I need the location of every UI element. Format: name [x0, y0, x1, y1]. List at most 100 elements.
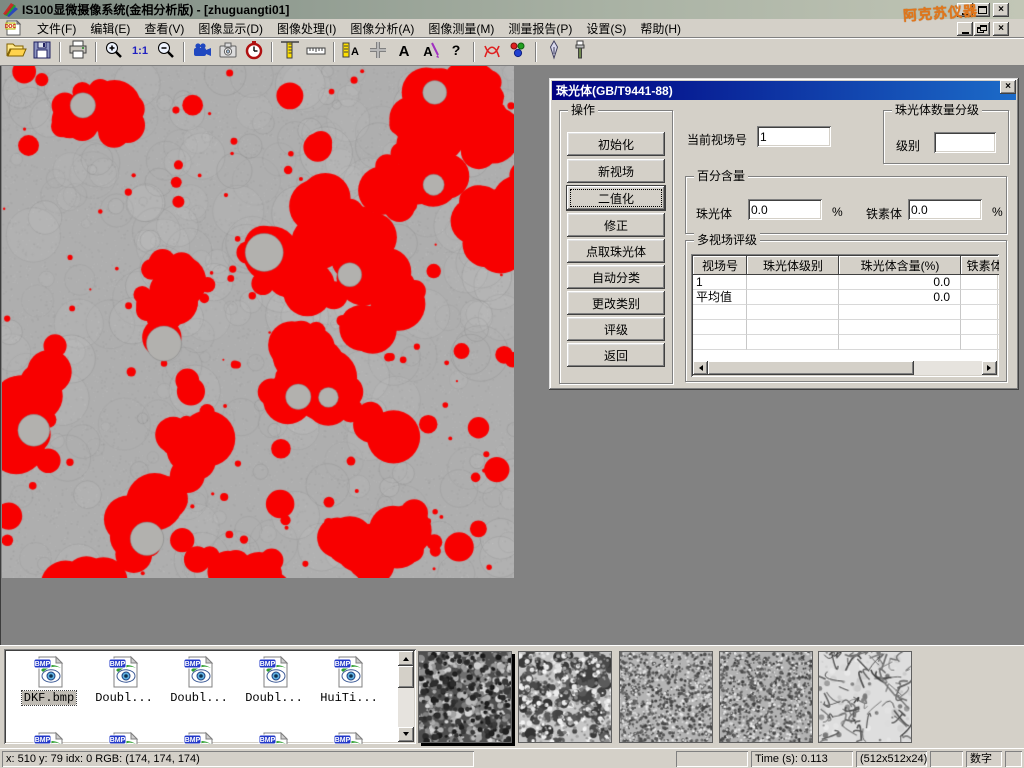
table-row-empty[interactable] — [693, 335, 999, 350]
toolbar-ruler-button[interactable] — [303, 40, 329, 64]
file-item[interactable]: BMP Doubl... — [164, 655, 234, 705]
file-item-clipped[interactable]: BMP — [239, 731, 309, 744]
return-button[interactable]: 返回 — [567, 343, 665, 367]
file-item[interactable]: BMP HuiTi... — [314, 655, 384, 705]
file-name[interactable]: DKF.bmp — [22, 691, 76, 705]
menu-image-measure[interactable]: 图像测量(M) — [421, 18, 501, 39]
toolbar-zoom-in-button[interactable] — [101, 40, 127, 64]
toolbar-separator — [59, 42, 61, 62]
table-row-empty[interactable] — [693, 320, 999, 335]
toolbar-help-button[interactable]: ? — [443, 40, 469, 64]
toolbar-zoom-out-button[interactable] — [153, 40, 179, 64]
metallographic-image[interactable] — [2, 66, 514, 578]
menu-measure-report[interactable]: 测量报告(P) — [501, 18, 579, 39]
pick-pearlite-button[interactable]: 点取珠光体 — [567, 239, 665, 263]
file-item[interactable]: BMP Doubl... — [89, 655, 159, 705]
table-row[interactable]: 平均值 0.0 — [693, 290, 999, 305]
child-minimize-button[interactable] — [957, 22, 973, 36]
auto-classify-button[interactable]: 自动分类 — [567, 265, 665, 289]
cell-content: 0.0 — [839, 275, 961, 290]
current-field-input[interactable] — [757, 126, 831, 147]
menu-edit[interactable]: 编辑(E) — [83, 18, 137, 39]
file-item[interactable]: BMP DKF.bmp — [14, 655, 84, 705]
dialog-close-button[interactable]: × — [1000, 80, 1016, 94]
toolbar-move-tool-button[interactable] — [365, 40, 391, 64]
toolbar-snapshot-button[interactable] — [215, 40, 241, 64]
child-restore-button[interactable] — [974, 22, 990, 36]
close-button[interactable]: × — [993, 3, 1009, 17]
scroll-down-button[interactable] — [398, 727, 414, 742]
file-item-clipped[interactable]: BMP — [14, 731, 84, 744]
toolbar-brush-tool-button[interactable] — [567, 40, 593, 64]
col-pearlite-content[interactable]: 珠光体含量(%) — [839, 256, 961, 275]
init-button[interactable]: 初始化 — [567, 132, 665, 156]
annotate-tool-icon: A — [419, 40, 441, 63]
file-browser-panel: BMP DKF.bmp BMP Doubl... BMP Doubl... BM… — [0, 645, 1024, 748]
menu-view[interactable]: 查看(V) — [137, 18, 191, 39]
thumbnail-2[interactable] — [518, 651, 612, 743]
thumbnail-4[interactable] — [719, 651, 813, 743]
toolbar-timer-button[interactable] — [241, 40, 267, 64]
thumbnail-5[interactable] — [818, 651, 912, 743]
new-field-button[interactable]: 新视场 — [567, 159, 665, 183]
scroll-left-button[interactable] — [693, 361, 708, 375]
file-item-clipped[interactable]: BMP — [314, 731, 384, 744]
toolbar-save-file-button[interactable] — [29, 40, 55, 64]
scroll-right-button[interactable] — [982, 361, 997, 375]
table-row-empty[interactable] — [693, 305, 999, 320]
table-hscrollbar[interactable] — [693, 361, 997, 375]
binarize-button[interactable]: 二值化 — [567, 186, 665, 210]
menu-image-display[interactable]: 图像显示(D) — [191, 18, 270, 39]
thumbnail-1[interactable] — [418, 651, 512, 743]
grade-table[interactable]: 视场号 珠光体级别 珠光体含量(%) 铁素体含量(%) 1 0.0 平均值 0.… — [691, 254, 999, 377]
toolbar-color-classify-button[interactable] — [505, 40, 531, 64]
correct-button[interactable]: 修正 — [567, 213, 665, 237]
file-list[interactable]: BMP DKF.bmp BMP Doubl... BMP Doubl... BM… — [4, 649, 416, 744]
svg-text:BMP: BMP — [185, 661, 201, 668]
change-class-button[interactable]: 更改类别 — [567, 291, 665, 315]
col-field-no[interactable]: 视场号 — [693, 256, 747, 275]
toolbar-actual-size-button[interactable]: 1:1 — [127, 40, 153, 64]
bmp-file-icon: BMP — [107, 731, 141, 744]
menu-image-process[interactable]: 图像处理(I) — [270, 18, 343, 39]
measure-label-icon: A — [341, 40, 363, 63]
menu-file[interactable]: 文件(F) — [30, 18, 83, 39]
scroll-thumb[interactable] — [708, 361, 914, 375]
document-icon[interactable]: DOC — [5, 20, 22, 36]
file-name[interactable]: Doubl... — [168, 691, 230, 705]
menu-image-analysis[interactable]: 图像分析(A) — [343, 18, 421, 39]
menu-settings[interactable]: 设置(S) — [579, 18, 633, 39]
grade-button[interactable]: 评级 — [567, 317, 665, 341]
scroll-thumb[interactable] — [398, 666, 414, 688]
pen-tool-icon — [543, 40, 565, 63]
thumbnail-3[interactable] — [619, 651, 713, 743]
file-list-scrollbar[interactable] — [398, 651, 414, 742]
menu-help[interactable]: 帮助(H) — [633, 18, 688, 39]
toolbar-print-button[interactable] — [65, 40, 91, 64]
scroll-up-button[interactable] — [398, 651, 414, 666]
file-name[interactable]: Doubl... — [93, 691, 155, 705]
toolbar-pen-tool-button[interactable] — [541, 40, 567, 64]
col-ferrite-content[interactable]: 铁素体含量(%) — [961, 256, 999, 275]
col-pearlite-grade[interactable]: 珠光体级别 — [747, 256, 839, 275]
toolbar-annotate-tool-button[interactable]: A — [417, 40, 443, 64]
file-name[interactable]: Doubl... — [243, 691, 305, 705]
svg-text:BMP: BMP — [35, 661, 51, 668]
file-item[interactable]: BMP Doubl... — [239, 655, 309, 705]
toolbar-text-tool-button[interactable]: A — [391, 40, 417, 64]
level-input[interactable] — [934, 132, 996, 153]
ferrite-percent-input[interactable] — [908, 199, 982, 220]
title-bar: IS100显微摄像系统(金相分析版) - [zhuguangti01] — [0, 0, 1024, 19]
app-icon — [3, 2, 19, 18]
toolbar-open-file-button[interactable] — [3, 40, 29, 64]
table-row[interactable]: 1 0.0 — [693, 275, 999, 290]
child-close-button[interactable]: × — [993, 22, 1009, 36]
toolbar-video-capture-button[interactable] — [189, 40, 215, 64]
file-name[interactable]: HuiTi... — [318, 691, 380, 705]
file-item-clipped[interactable]: BMP — [89, 731, 159, 744]
pearlite-percent-input[interactable] — [748, 199, 822, 220]
toolbar-curve-tool-button[interactable] — [479, 40, 505, 64]
file-item-clipped[interactable]: BMP — [164, 731, 234, 744]
toolbar-caliper-button[interactable] — [277, 40, 303, 64]
toolbar-measure-label-button[interactable]: A — [339, 40, 365, 64]
